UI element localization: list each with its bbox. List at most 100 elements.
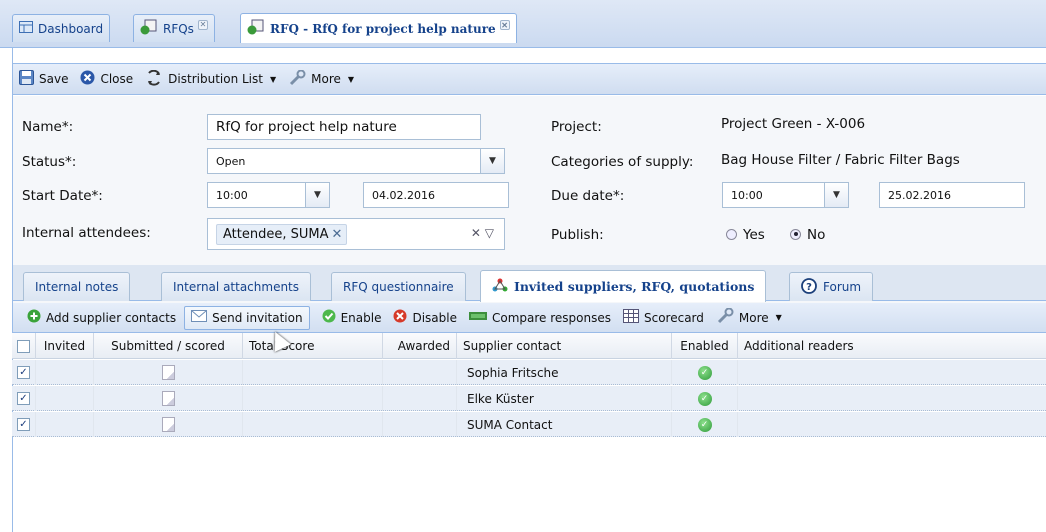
chevron-down-icon: ▼ — [269, 74, 277, 84]
invited-cell — [36, 360, 94, 385]
enable-label: Enable — [340, 310, 382, 325]
row-checkbox[interactable]: ✓ — [12, 412, 36, 437]
clear-and-expand-icon[interactable]: ✕ ▽ — [471, 226, 494, 240]
publish-no-radio[interactable]: No — [790, 227, 825, 243]
start-time-select[interactable]: 10:00 ▼ — [207, 182, 330, 208]
categories-label: Categories of supply: — [551, 154, 694, 170]
due-time-select[interactable]: 10:00 ▼ — [722, 182, 849, 208]
scorecard-button[interactable]: Scorecard — [622, 309, 704, 326]
name-label: Name*: — [22, 119, 74, 135]
chevron-down-icon[interactable]: ▼ — [480, 149, 504, 173]
tab-rfq-questionnaire[interactable]: RFQ questionnaire — [331, 272, 466, 301]
additional-readers-cell — [738, 360, 1046, 385]
save-button[interactable]: Save — [19, 70, 68, 88]
invited-cell — [36, 386, 94, 411]
column-invited[interactable]: Invited — [36, 333, 94, 359]
close-tab-icon[interactable]: ✕ — [197, 19, 208, 30]
row-checkbox[interactable]: ✓ — [12, 360, 36, 385]
tab-invited-suppliers-label: Invited suppliers, RFQ, quotations — [514, 279, 755, 294]
tab-dashboard[interactable]: Dashboard — [12, 14, 111, 42]
chevron-down-icon[interactable]: ▼ — [824, 183, 848, 207]
wrench-icon — [288, 69, 306, 89]
add-supplier-contacts-button[interactable]: Add supplier contacts — [27, 309, 176, 326]
disable-button[interactable]: Disable — [393, 309, 457, 326]
start-date-label: Start Date*: — [22, 188, 103, 204]
network-icon — [492, 278, 508, 295]
name-field[interactable]: RfQ for project help nature — [207, 114, 481, 140]
add-icon — [27, 309, 41, 326]
invited-cell — [36, 412, 94, 437]
check-circle-icon — [322, 309, 336, 326]
svg-text:?: ? — [806, 282, 812, 293]
document-icon — [161, 417, 175, 432]
submitted-cell — [94, 360, 243, 385]
enabled-cell: ✓ — [672, 360, 738, 385]
row-checkbox[interactable]: ✓ — [12, 386, 36, 411]
grid-header: Invited Submitted / scored Total Score A… — [12, 333, 1046, 359]
document-icon — [161, 391, 175, 406]
more-label: More — [311, 72, 341, 86]
document-icon — [161, 365, 175, 380]
send-invitation-button[interactable]: Send invitation — [184, 305, 310, 330]
checkbox-checked-icon: ✓ — [17, 366, 30, 379]
table-row[interactable]: ✓ Elke Küster ✓ — [12, 386, 1046, 411]
column-additional-readers[interactable]: Additional readers — [738, 333, 1046, 359]
dashboard-icon — [19, 21, 33, 36]
submitted-cell — [94, 412, 243, 437]
project-label: Project: — [551, 119, 602, 135]
remove-chip-icon[interactable]: ✕ — [332, 227, 343, 242]
awarded-cell — [383, 412, 457, 437]
select-all-checkbox[interactable] — [12, 333, 36, 359]
supplier-contact-cell: Sophia Fritsche — [457, 360, 672, 385]
tab-internal-attachments[interactable]: Internal attachments — [161, 272, 312, 301]
enable-button[interactable]: Enable — [322, 309, 382, 326]
more-button[interactable]: More ▼ — [288, 69, 354, 89]
tab-internal-notes[interactable]: Internal notes — [23, 272, 131, 301]
distribution-list-button[interactable]: Distribution List ▼ — [145, 69, 277, 89]
tab-forum[interactable]: ? Forum — [789, 272, 874, 301]
column-total-score[interactable]: Total Score — [243, 333, 383, 359]
table-icon — [622, 309, 639, 326]
check-circle-icon: ✓ — [697, 391, 712, 406]
publish-yes-label: Yes — [743, 227, 765, 243]
tab-rfqs[interactable]: RFQs ✕ — [133, 14, 215, 42]
chevron-down-icon[interactable]: ▼ — [305, 183, 329, 207]
table-row[interactable]: ✓ SUMA Contact ✓ — [12, 412, 1046, 437]
radio-unchecked-icon — [726, 228, 737, 240]
close-icon — [80, 70, 95, 88]
status-select[interactable]: Open ▼ — [207, 148, 505, 174]
checkbox-checked-icon: ✓ — [17, 392, 30, 405]
column-submitted-scored[interactable]: Submitted / scored — [94, 333, 243, 359]
due-time-value: 10:00 — [731, 188, 763, 202]
due-date-field[interactable]: 25.02.2016 — [879, 182, 1025, 208]
close-button[interactable]: Close — [80, 70, 133, 88]
supplier-contact-cell: SUMA Contact — [457, 412, 672, 437]
tab-rfq-detail[interactable]: RFQ - RfQ for project help nature ✕ — [240, 13, 517, 43]
column-enabled[interactable]: Enabled — [672, 333, 738, 359]
additional-readers-cell — [738, 386, 1046, 411]
detail-tab-bar: Internal notes Internal attachments RFQ … — [13, 265, 1046, 302]
grid-toolbar: Add supplier contacts Send invitation En… — [13, 303, 1046, 333]
due-date-label: Due date*: — [551, 188, 625, 204]
compare-responses-button[interactable]: Compare responses — [468, 310, 611, 325]
column-supplier-contact[interactable]: Supplier contact — [457, 333, 672, 359]
internal-attendees-field[interactable]: Attendee, SUMA ✕ ✕ ▽ — [207, 218, 505, 250]
rfq-icon — [140, 19, 158, 38]
column-awarded[interactable]: Awarded — [383, 333, 457, 359]
start-time-value: 10:00 — [216, 188, 248, 202]
tab-invited-suppliers[interactable]: Invited suppliers, RFQ, quotations — [480, 270, 767, 302]
disable-label: Disable — [412, 310, 457, 325]
attendee-chip[interactable]: Attendee, SUMA ✕ — [216, 223, 348, 245]
tab-internal-notes-label: Internal notes — [35, 280, 119, 294]
publish-label: Publish: — [551, 227, 604, 243]
table-row[interactable]: ✓ Sophia Fritsche ✓ — [12, 360, 1046, 385]
start-date-field[interactable]: 04.02.2016 — [363, 182, 509, 208]
close-tab-icon[interactable]: ✕ — [499, 19, 510, 30]
additional-readers-cell — [738, 412, 1046, 437]
grid-more-button[interactable]: More ▼ — [716, 307, 782, 327]
help-circle-icon: ? — [801, 277, 817, 297]
publish-yes-radio[interactable]: Yes — [726, 227, 765, 243]
total-score-cell — [243, 386, 383, 411]
chevron-down-icon: ▼ — [775, 313, 782, 322]
close-label: Close — [100, 72, 134, 86]
